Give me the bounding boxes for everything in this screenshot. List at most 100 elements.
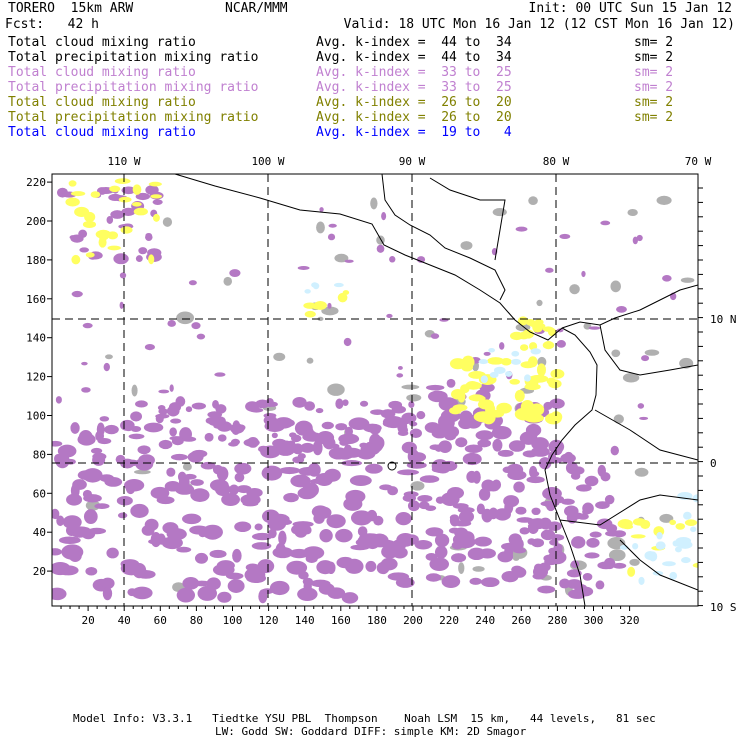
cloud-cell [306,357,314,364]
cloud-cell [132,184,142,195]
coastline [561,284,698,329]
cloud-cell [509,378,520,385]
cloud-cell [474,536,492,547]
cloud-cell [283,492,299,503]
cloud-cell [397,365,403,370]
cloud-cell [407,500,420,512]
cloud-cell [135,457,154,471]
cloud-cell [465,381,482,390]
cloud-cell [85,252,95,258]
cloud-cell [547,327,557,337]
y-tick-label: 40 [33,526,46,539]
cloud-cell [342,399,349,406]
cloud-cell [610,280,621,293]
cloud-cell [595,501,610,510]
cloud-cell [52,548,62,556]
y-tick-label: 80 [33,448,46,461]
cloud-cell [552,495,565,504]
cloud-cell [478,359,489,365]
cloud-cell [419,475,440,483]
cloud-cell [549,539,559,546]
cloud-cell [636,234,643,242]
cloud-cell [55,453,70,469]
cloud-cell [520,361,536,369]
cloud-cell [261,509,280,524]
x-tick-label: 140 [295,614,315,627]
cloud-cell [267,401,278,407]
cloud-cell [152,199,163,205]
lat-label: 0 [710,457,717,470]
cloud-cell [297,266,310,270]
cloud-cell [187,451,204,463]
cloud-cell [148,254,155,265]
lon-label: 80 W [543,155,570,168]
cloud-cell [319,529,333,543]
cloud-cell [500,358,512,366]
cloud-cell [508,440,526,452]
cloud-cell [79,247,89,253]
x-tick-label: 200 [403,614,423,627]
cloud-cell [640,519,651,530]
cloud-cell [483,351,491,356]
cloud-cell [190,479,204,486]
cloud-cell [464,444,483,454]
cloud-cell [217,591,232,603]
cloud-cell [286,440,296,446]
x-tick-label: 120 [259,614,279,627]
cloud-cell [388,400,403,410]
cloud-cell [52,587,67,601]
cloud-cell [452,533,470,547]
cloud-cell [102,586,113,601]
cloud-cell [128,433,145,440]
lat-label: 10 N [710,313,737,326]
cloud-cell [77,470,95,480]
lat-label: 10 S [710,601,737,614]
forecast-plot-page: TORERO 15km ARW NCAR/MMM Init: 00 UTC Su… [0,0,740,740]
cloud-cell [246,487,263,498]
cloud-cell [85,566,98,576]
cloud-cell [528,196,538,206]
cloud-cell [119,272,127,279]
cloud-cell [692,562,698,568]
cloud-cell [524,383,541,391]
cloud-cell [376,244,385,253]
cloud-cell [286,560,308,575]
cloud-cell [537,585,556,594]
cloud-cell [387,486,399,496]
cloud-cell [638,576,645,586]
cloud-cell [291,524,304,535]
cloud-cell [441,575,461,589]
coastline [174,174,563,341]
cloud-cell [344,259,354,263]
map-plot: 20 40 60 80 100 120 140 160 180 200 220 240 260 280 30… [26,155,737,627]
cloud-cell [70,422,80,434]
y-tick-label: 140 [26,332,46,345]
cloud-cell [406,394,422,402]
cloud-cell [548,379,562,389]
cloud-cell [560,453,576,464]
lon-label: 100 W [251,155,284,168]
cloud-cell [434,533,450,548]
cloud-cell [303,302,317,309]
cloud-cell [209,479,229,492]
cloud-cell [269,580,290,596]
cloud-cell [182,576,200,590]
cloud-cell [130,503,149,518]
cloud-cell [613,414,624,424]
cloud-cell [357,526,368,537]
cloud-cell [90,447,103,454]
cloud-cell [501,570,519,583]
cloud-cell [430,333,440,339]
cloud-cell [144,343,155,351]
cloud-cell [446,378,456,388]
cloud-cell [656,532,663,540]
cloud-cell [374,539,396,548]
cloud-cell [272,438,288,448]
cloud-cell [515,226,528,232]
cloud-cell [97,438,112,445]
cloud-cell [481,410,496,425]
cloud-cell [506,463,524,476]
cloud-cell [268,528,277,539]
cloud-cell [55,396,62,404]
cloud-cell [189,525,209,535]
